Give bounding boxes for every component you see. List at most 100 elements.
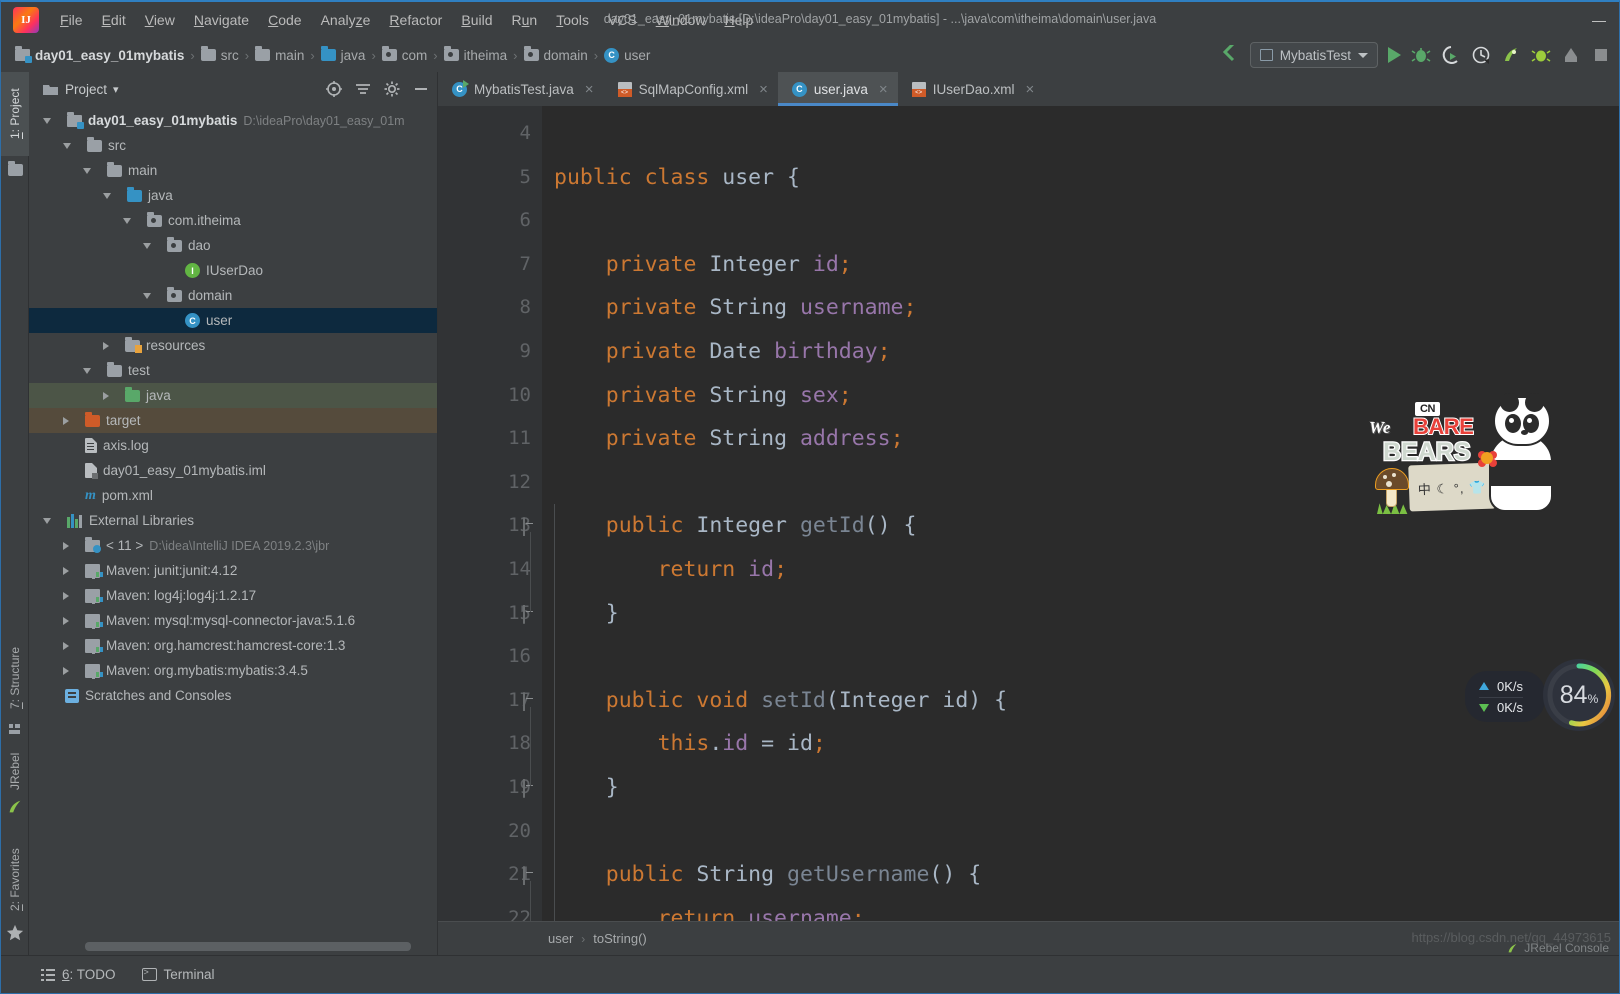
status-item-todo[interactable]: 6: TODO (41, 967, 116, 982)
editor-tab-user-java[interactable]: Cuser.java × (777, 72, 898, 106)
navbar-crumb-java[interactable]: java (320, 46, 365, 63)
run-configuration-selector[interactable]: MybatisTest (1249, 42, 1378, 68)
tree-node-maven-mysql-mysql-connector-java-5-1-6[interactable]: Maven: mysql:mysql-connector-java:5.1.6 (29, 608, 437, 633)
jrebel-console-status[interactable]: JRebel Console (1506, 941, 1609, 955)
chevron-down-icon[interactable] (63, 142, 71, 149)
target-icon[interactable] (326, 81, 342, 97)
tree-node-iuserdao[interactable]: I IUserDao (29, 258, 437, 283)
navbar-crumb-domain[interactable]: domain (523, 46, 588, 63)
menu-analyze[interactable]: Analyze (312, 8, 380, 32)
tool-tab-project[interactable]: 1: Project (1, 72, 29, 156)
jrebel-debug-icon[interactable] (1531, 45, 1551, 65)
navbar-crumb-user[interactable]: C user (604, 47, 650, 63)
chevron-down-icon[interactable] (83, 367, 91, 374)
cpu-usage-gauge[interactable]: 84% (1543, 659, 1615, 731)
navbar-crumb-main[interactable]: main (255, 46, 304, 63)
close-icon[interactable]: × (759, 81, 768, 98)
chevron-right-icon[interactable] (103, 341, 109, 350)
fold-start-icon[interactable] (523, 517, 538, 537)
chevron-right-icon[interactable] (63, 641, 69, 650)
close-icon[interactable]: × (879, 81, 888, 98)
menu-file[interactable]: File (51, 8, 92, 32)
tree-node-11[interactable]: < 11 > D:\idea\IntelliJ IDEA 2019.2.3\jbr (29, 533, 437, 558)
run-icon[interactable] (1388, 47, 1401, 63)
back-arrow-icon[interactable] (1220, 45, 1240, 65)
menu-code[interactable]: Code (259, 8, 310, 32)
breadcrumb-class[interactable]: user (548, 931, 573, 946)
network-speed-widget[interactable]: 0K/s 0K/s (1464, 671, 1545, 722)
chevron-down-icon[interactable] (83, 167, 91, 174)
tool-tab-structure[interactable]: 7: Structure (1, 632, 29, 724)
tool-tab-jrebel[interactable]: JRebel (1, 740, 29, 802)
tree-node-maven-log4j-log4j-1-2-17[interactable]: Maven: log4j:log4j:1.2.17 (29, 583, 437, 608)
chevron-down-icon[interactable] (43, 117, 51, 124)
collapse-all-icon[interactable] (355, 81, 371, 97)
breadcrumb-method[interactable]: toString() (593, 931, 646, 946)
tool-tab-favorites[interactable]: 2: Favorites (1, 832, 29, 928)
tree-node-pom-xml[interactable]: m pom.xml (29, 483, 437, 508)
navbar-crumb-itheima[interactable]: itheima (443, 46, 507, 63)
status-item-terminal[interactable]: Terminal (141, 967, 215, 982)
editor-tab-sqlmapconfig-xml[interactable]: SqlMapConfig.xml × (603, 72, 778, 106)
chevron-down-icon[interactable] (123, 217, 131, 224)
chevron-down-icon[interactable]: ▾ (113, 83, 119, 96)
menu-navigate[interactable]: Navigate (185, 8, 258, 32)
chevron-right-icon[interactable] (63, 566, 69, 575)
tree-node-user[interactable]: Cuser (29, 308, 437, 333)
chevron-right-icon[interactable] (63, 416, 69, 425)
navbar-crumb-project[interactable]: day01_easy_01mybatis (15, 46, 184, 63)
tree-node-domain[interactable]: domain (29, 283, 437, 308)
tree-node-resources[interactable]: resources (29, 333, 437, 358)
fold-start-icon[interactable] (523, 691, 538, 711)
minimize-button[interactable]: — (1579, 5, 1619, 35)
code-content[interactable]: public class user { private Integer id; … (542, 106, 1619, 955)
menu-build[interactable]: Build (452, 8, 501, 32)
fold-start-icon[interactable] (523, 866, 538, 886)
chevron-right-icon[interactable] (103, 391, 109, 400)
project-tree[interactable]: day01_easy_01mybatis D:\ideaPro\day01_eas… (29, 106, 437, 955)
tree-node-day01-easy-01mybatis[interactable]: day01_easy_01mybatis D:\ideaPro\day01_eas… (29, 108, 437, 133)
tree-node-test[interactable]: test (29, 358, 437, 383)
menu-tools[interactable]: Tools (547, 8, 598, 32)
chevron-right-icon[interactable] (63, 666, 69, 675)
chevron-down-icon[interactable] (143, 292, 151, 299)
navbar-crumb-src[interactable]: src (200, 46, 239, 63)
profile-icon[interactable] (1471, 45, 1491, 65)
tree-node-main[interactable]: main (29, 158, 437, 183)
run-with-coverage-icon[interactable] (1441, 45, 1461, 65)
chevron-down-icon[interactable] (103, 192, 111, 199)
chevron-right-icon[interactable] (63, 591, 69, 600)
tree-node-com-itheima[interactable]: com.itheima (29, 208, 437, 233)
tree-node-dao[interactable]: dao (29, 233, 437, 258)
tree-node-target[interactable]: target (29, 408, 437, 433)
close-icon[interactable]: × (585, 81, 594, 98)
tree-node-java[interactable]: java (29, 183, 437, 208)
tree-node-scratches-and-consoles[interactable]: Scratches and Consoles (29, 683, 437, 708)
stop-icon[interactable] (1591, 45, 1611, 65)
chevron-down-icon[interactable] (143, 242, 151, 249)
tree-node-maven-junit-junit-4-12[interactable]: Maven: junit:junit:4.12 (29, 558, 437, 583)
menu-edit[interactable]: Edit (93, 8, 135, 32)
project-panel-horizontal-scrollbar[interactable] (85, 942, 411, 951)
tree-node-maven-org-mybatis-mybatis-3-4-5[interactable]: Maven: org.mybatis:mybatis:3.4.5 (29, 658, 437, 683)
hide-icon[interactable] (413, 81, 429, 97)
settings-gear-icon[interactable] (384, 81, 400, 97)
menu-run[interactable]: Run (503, 8, 547, 32)
navbar-crumb-com[interactable]: com (381, 46, 427, 63)
chevron-right-icon[interactable] (63, 616, 69, 625)
build-icon[interactable] (1561, 45, 1581, 65)
tree-node-maven-org-hamcrest-hamcrest-core-1-3[interactable]: Maven: org.hamcrest:hamcrest-core:1.3 (29, 633, 437, 658)
chevron-right-icon[interactable] (63, 541, 69, 550)
debug-icon[interactable] (1411, 45, 1431, 65)
menu-refactor[interactable]: Refactor (380, 8, 451, 32)
code-editor[interactable]: 4 5 6 7 8 9 10 11 12 13 14 15 16 17 18 19 20 21 22 public … (438, 106, 1619, 955)
tree-node-day01-easy-01mybatis-iml[interactable]: day01_easy_01mybatis.iml (29, 458, 437, 483)
tree-node-java[interactable]: java (29, 383, 437, 408)
tree-node-axis-log[interactable]: axis.log (29, 433, 437, 458)
editor-tab-mybatistest-java[interactable]: C MybatisTest.java × (438, 72, 604, 106)
editor-tab-iuserdao-xml[interactable]: IUserDao.xml × (897, 72, 1045, 106)
tree-node-src[interactable]: src (29, 133, 437, 158)
close-icon[interactable]: × (1025, 81, 1034, 98)
chevron-down-icon[interactable] (43, 517, 51, 524)
editor-gutter[interactable]: 4 5 6 7 8 9 10 11 12 13 14 15 16 17 18 19 20 21 22 (438, 106, 542, 955)
